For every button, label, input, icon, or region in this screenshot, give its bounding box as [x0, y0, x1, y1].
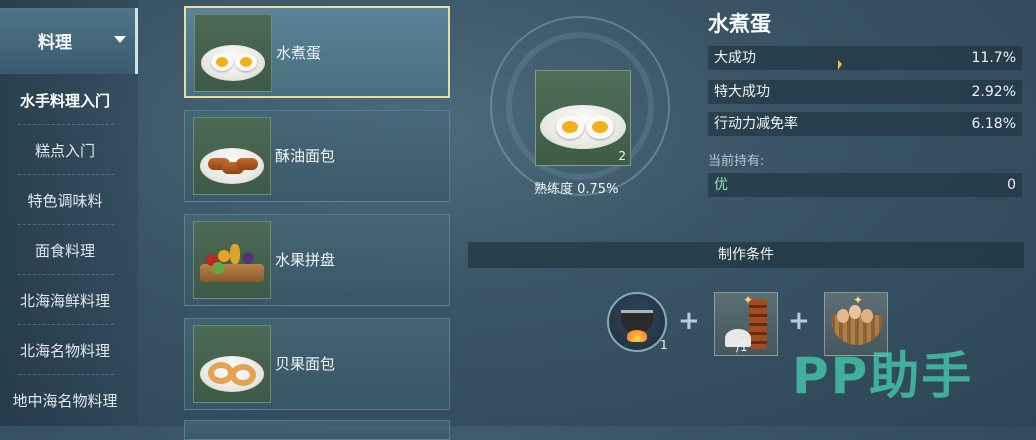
- owned-count: 2: [618, 149, 626, 163]
- dish-title: 水煮蛋: [708, 12, 771, 36]
- recipe-item-bagel[interactable]: 贝果面包: [184, 318, 450, 410]
- stat-row-great-success: 大成功 11.7%: [708, 46, 1022, 70]
- crafting-conditions-header: 制作条件: [468, 242, 1024, 268]
- stat-label: 大成功: [714, 50, 756, 66]
- bagel-icon: [193, 325, 271, 403]
- recipe-name: 酥油面包: [275, 147, 336, 165]
- ingredient-count: /1: [736, 340, 748, 354]
- sidebar-item-sailor-cooking[interactable]: 水手料理入门: [0, 76, 130, 126]
- recipe-item-partial[interactable]: [184, 420, 450, 440]
- proficiency-text: 熟练度 0.75%: [534, 182, 619, 197]
- category-dropdown[interactable]: 料理: [0, 8, 138, 74]
- holding-label: 当前持有:: [708, 154, 765, 169]
- plus-icon: +: [788, 306, 810, 336]
- sidebar-item-seasoning[interactable]: 特色调味料: [0, 176, 130, 226]
- recipe-item-boiled-egg[interactable]: 水煮蛋: [184, 6, 450, 98]
- holding-count: 0: [1007, 177, 1016, 193]
- boiled-egg-icon: [194, 14, 272, 92]
- selected-dish-image: 2: [535, 70, 631, 166]
- sparkle-icon: ✦: [853, 293, 864, 307]
- stat-value: 2.92%: [971, 84, 1016, 100]
- category-sidebar: 料理 水手料理入门 糕点入门 特色调味料 面食料理 北海海鲜料理 北海名物料理 …: [0, 0, 138, 426]
- ingredient-count: 1: [660, 338, 668, 352]
- sidebar-item-noodles[interactable]: 面食料理: [0, 226, 130, 276]
- stat-label: 特大成功: [714, 84, 770, 100]
- stat-row-ap-reduction: 行动力减免率 6.18%: [708, 112, 1022, 136]
- recipe-name: 水果拼盘: [275, 251, 336, 269]
- stat-row-huge-success: 特大成功 2.92%: [708, 80, 1022, 104]
- recipe-item-butter-bread[interactable]: 酥油面包: [184, 110, 450, 202]
- sidebar-item-north-sea-specialty[interactable]: 北海名物料理: [0, 326, 130, 376]
- fruit-platter-icon: [193, 221, 271, 299]
- stat-label: 行动力减免率: [714, 116, 798, 132]
- sparkle-icon: ✦: [743, 293, 754, 307]
- watermark: PP助手: [792, 347, 974, 405]
- recipe-item-fruit-platter[interactable]: 水果拼盘: [184, 214, 450, 306]
- category-label: 料理: [38, 33, 72, 53]
- holding-row: 优 0: [708, 173, 1022, 197]
- sidebar-item-mediterranean-specialty[interactable]: 地中海名物料理: [0, 376, 130, 426]
- holding-quality: 优: [714, 177, 728, 193]
- sidebar-item-north-sea-seafood[interactable]: 北海海鲜料理: [0, 276, 130, 326]
- butter-bread-icon: [193, 117, 271, 195]
- chevron-down-icon: [114, 36, 126, 43]
- sidebar-item-pastry[interactable]: 糕点入门: [0, 126, 130, 176]
- recipe-name: 贝果面包: [275, 355, 336, 373]
- stat-value: 11.7%: [971, 50, 1016, 66]
- plus-icon: +: [678, 306, 700, 336]
- recipe-name: 水煮蛋: [276, 44, 322, 62]
- stat-value: 6.18%: [971, 116, 1016, 132]
- mouse-cursor-icon: [838, 60, 842, 70]
- cooking-pot-icon[interactable]: [607, 292, 667, 352]
